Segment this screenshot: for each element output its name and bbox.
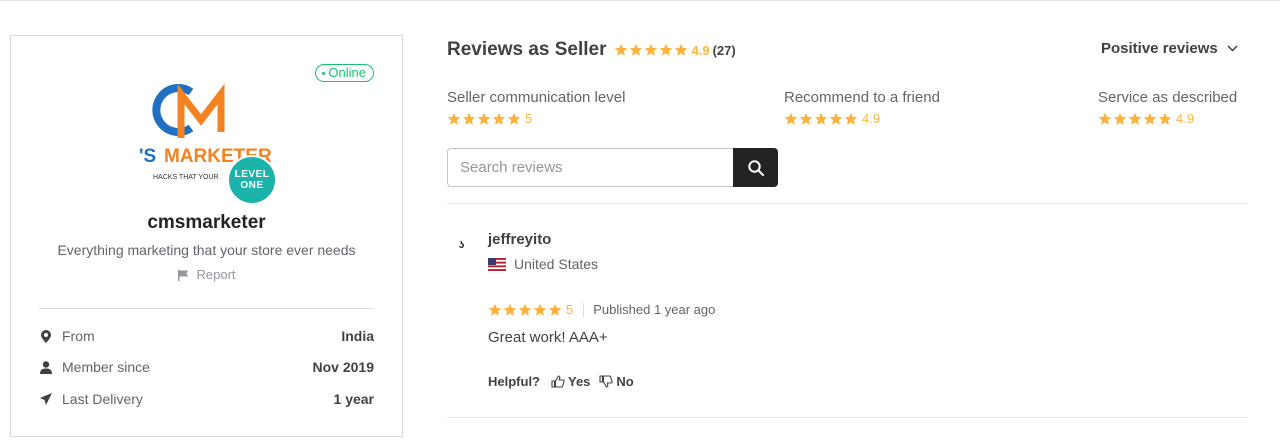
subrating-value: 4.9 [862, 111, 881, 126]
star-icon [1158, 112, 1172, 125]
subrating-value: 4.9 [1176, 111, 1195, 126]
stat-row-from: From India [39, 326, 374, 346]
paper-plane-icon [39, 392, 53, 406]
subrating-value: 5 [525, 111, 533, 126]
thumbs-up-icon [551, 375, 565, 388]
star-icon [829, 112, 843, 125]
seller-card-divider [39, 308, 374, 309]
review-rating-line: 5 Published 1 year ago [488, 302, 715, 317]
stat-value: India [341, 328, 374, 344]
star-icon [1098, 112, 1112, 125]
star-icon [1113, 112, 1127, 125]
flag-icon [178, 269, 189, 281]
helpful-no-button[interactable]: No [599, 374, 634, 389]
subrating-service: Service as described 4.9 [1098, 89, 1237, 126]
svg-text:HACKS THAT YOUR: HACKS THAT YOUR [153, 174, 219, 181]
subrating-label: Service as described [1098, 89, 1238, 106]
star-icon [629, 43, 642, 56]
review-helpful: Helpful? Yes No [488, 374, 643, 389]
star-icon [659, 43, 672, 56]
star-icon [548, 303, 562, 316]
sort-label: Positive reviews [1101, 40, 1218, 57]
star-icon [518, 303, 532, 316]
stat-label: From [62, 328, 95, 344]
review-item: ʖ jeffreyito United States 5 Published 1… [447, 203, 1248, 417]
helpful-yes-button[interactable]: Yes [551, 374, 590, 389]
stat-value: 1 year [333, 391, 374, 407]
level-badge-line2: ONE [240, 180, 264, 191]
review-count: (27) [712, 42, 736, 58]
star-icon [503, 303, 517, 316]
svg-text:'S: 'S [139, 146, 156, 167]
subrating-communication: Seller communication level 5 [447, 89, 625, 126]
location-pin-icon [39, 329, 53, 343]
star-icon [477, 112, 491, 125]
stat-label: Member since [62, 359, 150, 375]
star-icon [799, 112, 813, 125]
reviews-title: Reviews as Seller [447, 39, 607, 60]
rating-separator [583, 302, 585, 317]
review-stars [488, 303, 562, 317]
top-divider [0, 0, 1280, 1]
chevron-down-icon [1227, 45, 1238, 52]
search-input[interactable] [447, 148, 733, 187]
us-flag-icon [488, 257, 506, 271]
star-icon [507, 112, 521, 125]
review-rating-value: 5 [566, 302, 574, 317]
star-icon [674, 43, 687, 56]
search-button[interactable] [733, 148, 778, 187]
seller-name[interactable]: cmsmarketer [11, 212, 402, 234]
star-icon [462, 112, 476, 125]
review-sort-dropdown[interactable]: Positive reviews [1101, 40, 1238, 57]
report-link[interactable]: Report [11, 267, 402, 282]
online-status-label: Online [328, 65, 366, 80]
online-dot-icon [322, 71, 326, 75]
review-search [447, 148, 778, 187]
report-label: Report [196, 267, 236, 282]
level-badge-line1: LEVEL [234, 169, 270, 180]
star-icon [644, 43, 657, 56]
star-icon [533, 303, 547, 316]
star-icon [784, 112, 798, 125]
review-body: Great work! AAA+ [488, 329, 608, 346]
overall-rating-value: 4.9 [691, 42, 710, 58]
level-one-badge: LEVEL ONE [227, 155, 277, 205]
stat-value: Nov 2019 [312, 359, 374, 375]
avatar-mark: ʖ [458, 239, 464, 251]
subrating-stars [784, 112, 858, 126]
subrating-recommend: Recommend to a friend 4.9 [784, 89, 940, 126]
helpful-yes-label: Yes [568, 374, 591, 389]
stat-row-last-delivery: Last Delivery 1 year [39, 389, 374, 409]
helpful-label: Helpful? [488, 374, 540, 389]
stat-row-member-since: Member since Nov 2019 [39, 357, 374, 377]
reviewer-username[interactable]: jeffreyito [488, 231, 551, 248]
thumbs-down-icon [599, 375, 614, 388]
reviewer-avatar[interactable]: ʖ [447, 231, 475, 259]
stat-label: Last Delivery [62, 391, 143, 407]
star-icon [488, 303, 502, 316]
subrating-stars [1098, 112, 1172, 126]
subrating-label: Seller communication level [447, 89, 626, 106]
helpful-no-label: No [616, 374, 634, 389]
overall-star-rating [614, 43, 688, 57]
star-icon [1128, 112, 1142, 125]
star-icon [814, 112, 828, 125]
reviewer-country: United States [488, 256, 598, 272]
star-icon [1143, 112, 1157, 125]
subrating-stars [447, 112, 521, 126]
user-icon [39, 360, 53, 374]
star-icon [492, 112, 506, 125]
review-bottom-divider [447, 417, 1248, 418]
star-icon [447, 112, 461, 125]
subrating-label: Recommend to a friend [784, 89, 940, 106]
star-icon [844, 112, 858, 125]
online-status-badge: Online [315, 64, 374, 82]
seller-tagline: Everything marketing that your store eve… [57, 242, 356, 258]
reviews-header: Reviews as Seller 4.9 (27) [447, 38, 736, 62]
star-icon [614, 43, 627, 56]
country-label: United States [514, 256, 599, 272]
review-published-date: Published 1 year ago [593, 302, 716, 317]
seller-card: Online 'S MARKETER HACKS THAT YOUR LEVEL… [10, 35, 403, 437]
search-icon [747, 159, 764, 176]
